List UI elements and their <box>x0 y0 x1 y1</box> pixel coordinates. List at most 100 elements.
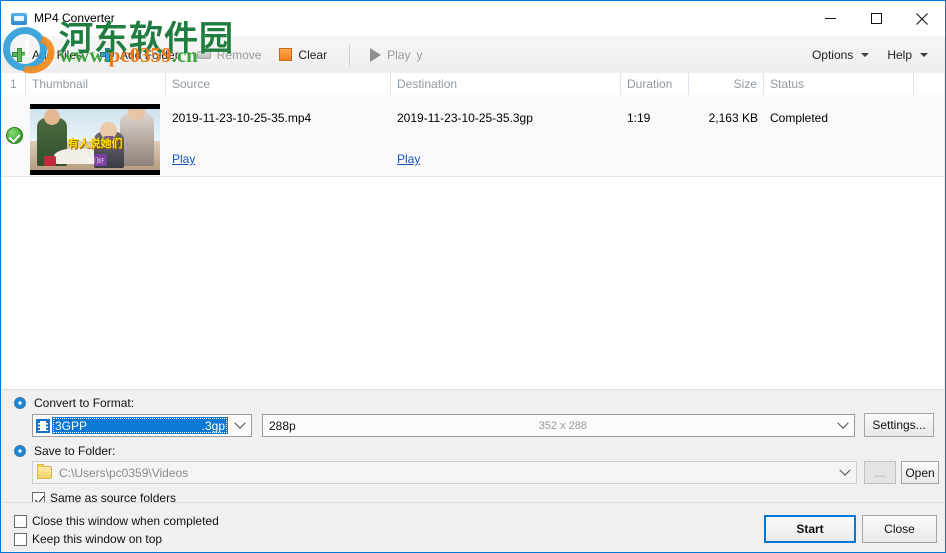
destination-play-link[interactable]: Play <box>397 152 420 166</box>
close-button[interactable] <box>899 1 945 36</box>
browse-button-label: ... <box>874 465 885 480</box>
toolbar: Add Files Add Folder Remove Clear Play y… <box>2 36 944 74</box>
status-value: Completed <box>770 111 829 125</box>
play-triangle-icon <box>370 47 382 62</box>
column-header-thumbnail[interactable]: Thumbnail <box>26 73 166 95</box>
row-size-cell: 2,163 KB <box>689 95 764 176</box>
minimize-button[interactable] <box>807 1 853 36</box>
keep-on-top-row[interactable]: Keep this window on top <box>14 532 162 546</box>
row-thumbnail-cell: 有人说她们 你们好 <box>26 95 166 176</box>
format-combobox[interactable]: 3GPP .3gp <box>32 414 252 437</box>
chevron-down-icon <box>839 464 851 476</box>
close-when-completed-row[interactable]: Close this window when completed <box>14 514 219 528</box>
folder-icon <box>37 464 52 479</box>
toolbar-separator <box>349 43 351 66</box>
format-combobox-arrow[interactable] <box>229 415 251 436</box>
column-header-source[interactable]: Source <box>166 73 391 95</box>
start-button-label: Start <box>796 522 824 536</box>
keep-on-top-label: Keep this window on top <box>32 532 163 546</box>
row-source-cell: 2019-11-23-10-25-35.mp4 Play <box>166 95 391 176</box>
options-panel: Convert to Format: 3GPP .3gp 288p 352 x … <box>2 389 944 505</box>
green-check-icon <box>5 127 23 144</box>
column-header-duration[interactable]: Duration <box>621 73 689 95</box>
save-to-folder-radio[interactable] <box>14 445 26 457</box>
browse-folder-button[interactable]: ... <box>864 461 896 484</box>
help-menu-button[interactable]: Help <box>879 42 936 68</box>
app-icon <box>11 11 27 27</box>
convert-to-format-label: Convert to Format: <box>34 396 135 410</box>
convert-to-format-group[interactable]: Convert to Format: <box>14 396 134 410</box>
format-extension: .3gp <box>201 418 225 433</box>
resolution-combobox[interactable]: 288p 352 x 288 <box>262 414 855 437</box>
title-bar: MP4 Converter <box>1 1 945 36</box>
clear-label: Clear <box>298 47 328 62</box>
close-when-completed-checkbox[interactable] <box>14 514 27 528</box>
clear-button[interactable]: Clear <box>271 42 335 68</box>
clear-square-icon <box>279 48 293 61</box>
add-files-button[interactable]: Add Files <box>4 42 90 68</box>
help-label: Help <box>887 47 912 62</box>
play-suffix-label: y <box>416 47 423 62</box>
folder-combobox-arrow[interactable] <box>834 462 856 483</box>
options-label: Options <box>811 47 854 62</box>
row-status-cell: Completed <box>764 95 914 176</box>
remove-bar-icon <box>196 50 211 59</box>
column-header-number[interactable]: 1 <box>2 73 26 95</box>
thumbnail-subtitle-secondary: 你们好 <box>85 159 104 165</box>
size-value: 2,163 KB <box>708 111 758 125</box>
video-thumbnail[interactable]: 有人说她们 你们好 <box>30 104 160 175</box>
app-window: MP4 Converter Add Files Add Folder Remov… <box>0 0 946 553</box>
thumbnail-subtitle: 有人说她们 <box>67 138 123 150</box>
close-when-completed-label: Close this window when completed <box>32 514 219 528</box>
column-header-size[interactable]: Size <box>689 73 764 95</box>
save-to-folder-label: Save to Folder: <box>34 444 116 458</box>
close-dialog-button[interactable]: Close <box>862 515 937 543</box>
convert-to-format-radio[interactable] <box>14 397 26 409</box>
keep-on-top-checkbox[interactable] <box>14 532 27 546</box>
format-selected-value: 3GPP .3gp <box>52 417 228 434</box>
column-header-status[interactable]: Status <box>764 73 914 95</box>
start-button[interactable]: Start <box>764 515 856 543</box>
folder-path-value: C:\Users\pc0359\Videos <box>59 465 189 480</box>
remove-button[interactable]: Remove <box>189 42 270 68</box>
chevron-down-icon <box>861 52 870 57</box>
duration-value: 1:19 <box>627 111 651 125</box>
add-files-label: Add Files <box>32 47 83 62</box>
plus-blue-icon <box>100 47 115 62</box>
chevron-down-icon <box>920 52 928 57</box>
table-row[interactable]: 有人说她们 你们好 2019-11-23-10-25-35.mp4 Play 2… <box>2 95 944 177</box>
settings-button[interactable]: Settings... <box>864 413 934 437</box>
plus-green-icon <box>12 47 26 62</box>
column-header-destination[interactable]: Destination <box>391 73 621 95</box>
save-to-folder-group[interactable]: Save to Folder: <box>14 444 115 458</box>
close-button-label: Close <box>884 522 915 536</box>
row-destination-cell: 2019-11-23-10-25-35.3gp Play <box>391 95 621 176</box>
source-play-link[interactable]: Play <box>172 152 195 166</box>
maximize-button[interactable] <box>853 1 899 36</box>
column-header-filler <box>914 73 944 95</box>
resolution-dimensions: 352 x 288 <box>538 419 588 432</box>
chevron-down-icon <box>234 417 246 429</box>
folder-path-combobox[interactable]: C:\Users\pc0359\Videos <box>32 461 857 484</box>
resolution-combobox-arrow[interactable] <box>832 415 854 436</box>
remove-label: Remove <box>216 47 262 62</box>
play-button[interactable]: Play y <box>362 42 430 68</box>
window-controls <box>807 1 945 36</box>
format-name: 3GPP <box>55 418 88 433</box>
film-icon <box>36 418 50 433</box>
file-list[interactable]: 有人说她们 你们好 2019-11-23-10-25-35.mp4 Play 2… <box>2 95 944 389</box>
add-folder-button[interactable]: Add Folder <box>92 42 187 68</box>
window-title: MP4 Converter <box>34 11 115 25</box>
toolbar-right-group: Options Help <box>802 42 936 68</box>
settings-button-label: Settings... <box>872 418 926 432</box>
row-status-icon-cell <box>2 95 26 176</box>
list-header: 1 Thumbnail Source Destination Duration … <box>2 73 944 96</box>
open-folder-button[interactable]: Open <box>901 461 939 484</box>
chevron-down-icon <box>837 417 849 429</box>
footer-bar: Close this window when completed Keep th… <box>2 502 944 552</box>
row-duration-cell: 1:19 <box>621 95 689 176</box>
destination-filename: 2019-11-23-10-25-35.3gp <box>397 111 533 125</box>
resolution-value: 288p <box>269 418 296 433</box>
options-menu-button[interactable]: Options <box>804 42 877 68</box>
add-folder-label: Add Folder <box>120 47 179 62</box>
